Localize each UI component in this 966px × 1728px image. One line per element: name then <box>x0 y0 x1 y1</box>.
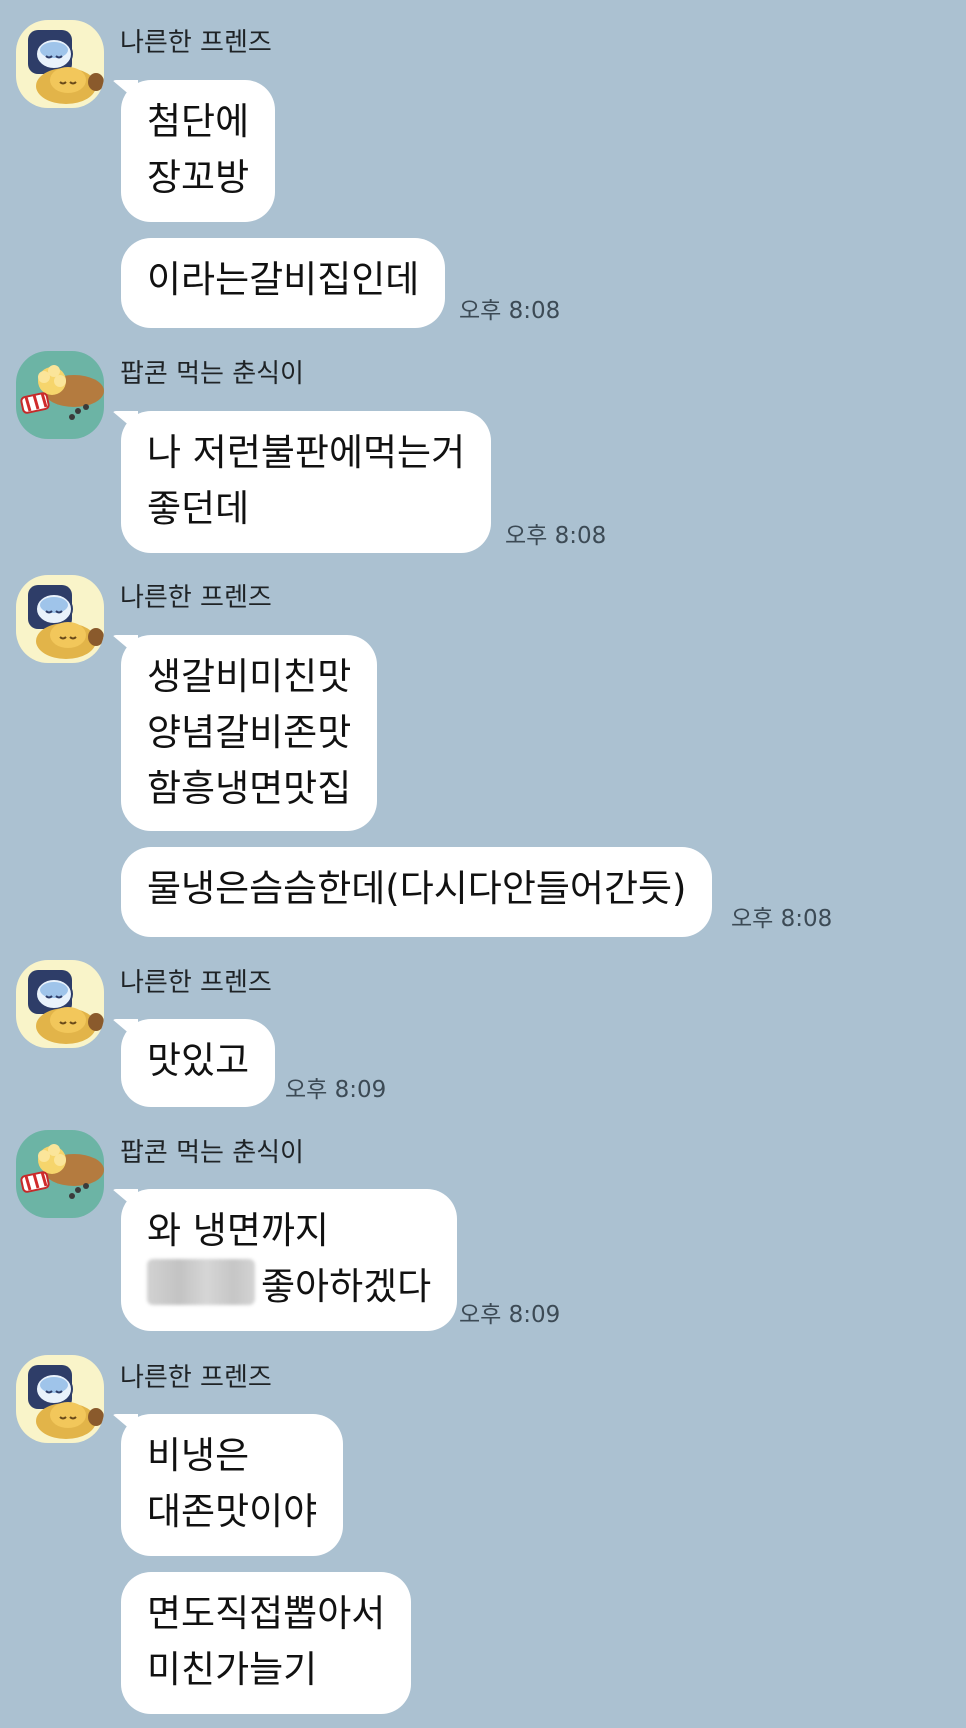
profile-avatar-popcorn-chunsik[interactable] <box>16 351 104 439</box>
message-line: 나 저런불판에먹는거 <box>147 431 466 474</box>
message-bubble[interactable]: 첨단에 장꼬방 <box>121 80 276 222</box>
message-line: 면도직접뽑아서 <box>147 1592 386 1635</box>
message-line: 맛있고 <box>147 1039 250 1082</box>
message-bubble[interactable]: 나 저런불판에먹는거 좋던데 <box>121 411 492 553</box>
profile-avatar-popcorn-chunsik[interactable] <box>16 1130 104 1218</box>
profile-avatar-sleepy-friends[interactable] <box>16 1355 104 1443</box>
message-timestamp: 오후 8:09 <box>285 1077 387 1103</box>
message-line: 첨단에 <box>147 100 250 143</box>
sender-name: 나른한 프렌즈 <box>120 583 272 613</box>
popcorn-chunsik-avatar-icon <box>16 1130 104 1218</box>
message-bubble[interactable]: 물냉은슴슴한데(다시다안들어간듯) <box>121 847 713 937</box>
message-line: 대존맛이야 <box>147 1490 318 1533</box>
profile-avatar-sleepy-friends[interactable] <box>16 20 104 108</box>
profile-avatar-sleepy-friends[interactable] <box>16 960 104 1048</box>
sender-name: 팝콘 먹는 춘식이 <box>120 359 304 389</box>
message-line: 좋던데 <box>147 487 250 530</box>
redacted-name-blur <box>147 1259 255 1305</box>
sender-name: 나른한 프렌즈 <box>120 968 272 998</box>
popcorn-chunsik-avatar-icon <box>16 351 104 439</box>
message-bubble[interactable]: 이라는갈비집인데 <box>121 238 446 328</box>
sleepy-friends-avatar-icon <box>16 575 104 663</box>
message-line: 비냉은 <box>147 1434 250 1477</box>
message-line: 미친가늘기 <box>147 1648 318 1691</box>
message-line: 물냉은슴슴한데(다시다안들어간듯) <box>147 867 687 910</box>
message-text: 좋아하겠다 <box>261 1265 432 1308</box>
sender-name: 팝콘 먹는 춘식이 <box>120 1138 304 1168</box>
message-bubble[interactable]: 면도직접뽑아서 미친가늘기 <box>121 1572 412 1714</box>
sleepy-friends-avatar-icon <box>16 960 104 1048</box>
message-line: 와 냉면까지 <box>147 1209 329 1252</box>
message-timestamp: 오후 8:08 <box>505 523 607 549</box>
message-bubble[interactable]: 생갈비미친맛 양념갈비존맛 함흥냉면맛집 <box>121 635 378 831</box>
message-line: 함흥냉면맛집 <box>147 767 352 810</box>
message-line: 이라는갈비집인데 <box>147 258 420 301</box>
message-bubble[interactable]: 와 냉면까지 좋아하겠다 <box>121 1189 458 1331</box>
message-bubble[interactable]: 맛있고 <box>121 1019 276 1107</box>
message-line: 생갈비미친맛 <box>147 655 352 698</box>
message-timestamp: 오후 8:08 <box>731 906 833 932</box>
message-line: 장꼬방 <box>147 156 250 199</box>
sender-name: 나른한 프렌즈 <box>120 28 272 58</box>
message-timestamp: 오후 8:08 <box>459 298 561 324</box>
sleepy-friends-avatar-icon <box>16 1355 104 1443</box>
message-line: 양념갈비존맛 <box>147 711 352 754</box>
sleepy-friends-avatar-icon <box>16 20 104 108</box>
sender-name: 나른한 프렌즈 <box>120 1363 272 1393</box>
chat-area[interactable]: 나른한 프렌즈 첨단에 장꼬방 이라는갈비집인데 오후 8:08 팝콘 먹는 춘… <box>0 0 966 1728</box>
profile-avatar-sleepy-friends[interactable] <box>16 575 104 663</box>
message-timestamp: 오후 8:09 <box>459 1302 561 1328</box>
message-line-with-redaction: 좋아하겠다 <box>147 1259 431 1315</box>
message-bubble[interactable]: 비냉은 대존맛이야 <box>121 1414 344 1556</box>
